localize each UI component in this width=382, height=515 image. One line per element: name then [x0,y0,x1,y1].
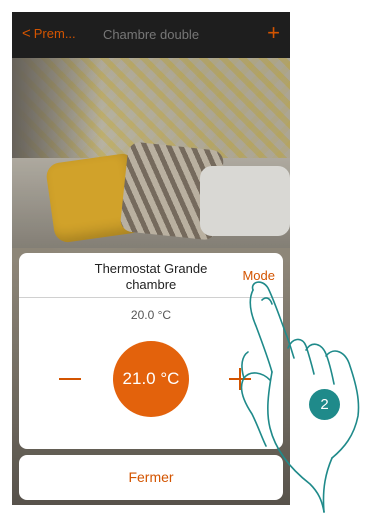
thermostat-dialog: Thermostat Grande chambre Mode 20.0 °C 2… [19,253,283,449]
step-badge: 2 [309,389,340,420]
page-title: Chambre double [102,27,200,42]
dialog-title: Thermostat Grande chambre [94,261,208,292]
temperature-display: 21.0 °C [113,341,189,417]
mode-button[interactable]: Mode [242,268,275,283]
divider [19,297,283,298]
close-button[interactable]: Fermer [19,455,283,500]
app-screen: < Prem... Chambre double + Thermostat Gr… [12,12,290,505]
minus-icon-bar [59,378,81,380]
add-button[interactable]: + [267,22,280,44]
increase-button[interactable] [223,363,259,395]
setpoint-value: 20.0 °C [130,308,172,322]
top-navbar: < Prem... Chambre double + [12,12,290,58]
current-temperature: 21.0 °C [122,369,180,388]
